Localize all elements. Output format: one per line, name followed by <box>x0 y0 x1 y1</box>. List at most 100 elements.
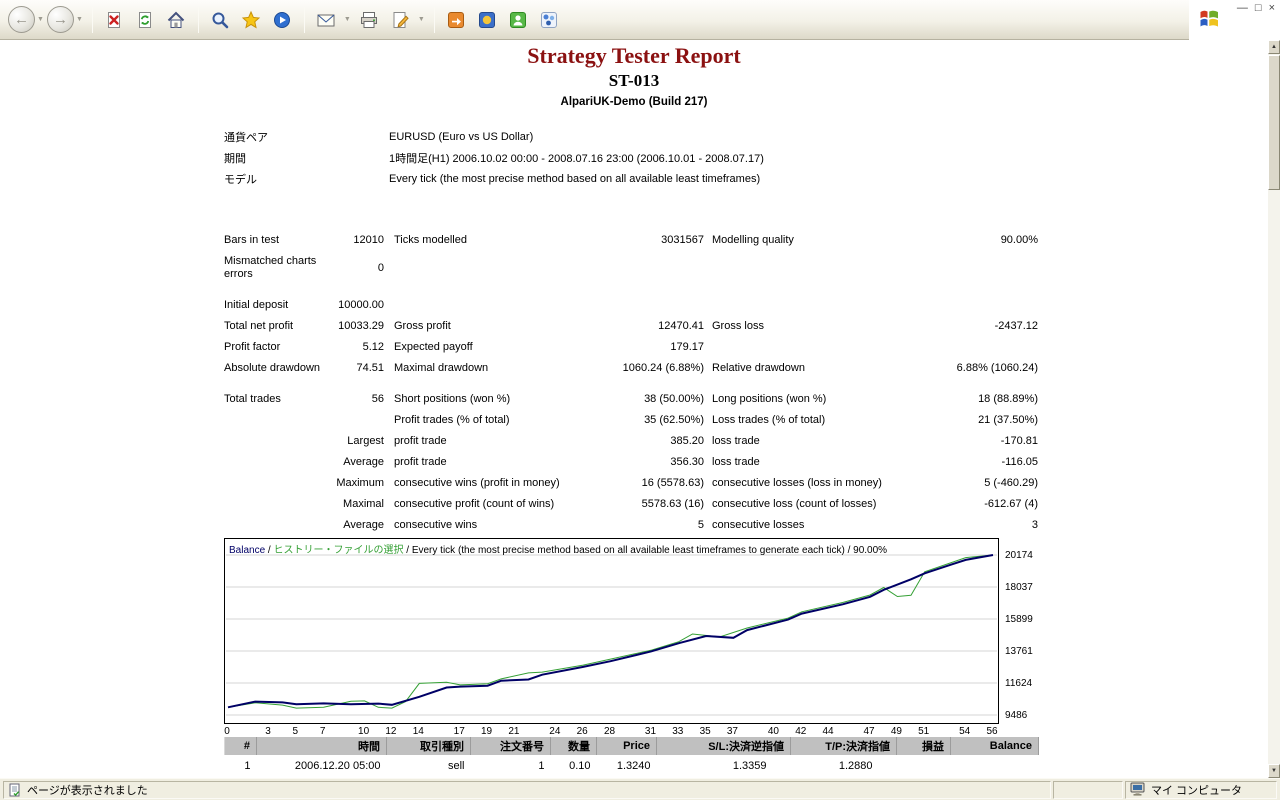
trades-row: 1 2006.12.20 05:00 sell 1 0.10 1.3240 1.3359 1.… <box>225 755 1039 776</box>
info-row: モデル Every tick (the most precise method b… <box>224 168 764 189</box>
chart-y-labels: 20174 18037 15899 13761 11624 9486 <box>1005 538 1075 728</box>
stats-cell: 10033.29 <box>338 320 384 332</box>
trades-header-cell: T/P:決済指値 <box>790 737 897 755</box>
x-axis-label: 28 <box>603 726 616 737</box>
stats-cell: loss trade <box>712 435 760 447</box>
stats-cell: Short positions (won %) <box>394 393 511 405</box>
stop-button[interactable] <box>99 5 130 35</box>
stats-cell: 5 (-460.29) <box>984 477 1038 489</box>
scrollbar-thumb[interactable] <box>1268 55 1280 190</box>
stats-cell <box>384 285 620 316</box>
stats-cell: Relative drawdown <box>712 362 805 374</box>
x-axis-label: 49 <box>890 726 902 737</box>
trades-cell <box>951 755 1039 776</box>
stats-cell: 3031567 <box>661 234 704 246</box>
messenger-button[interactable] <box>441 5 472 35</box>
home-button[interactable] <box>161 5 192 35</box>
chart-plot-area: Balance / ヒストリー・ファイルの選択 / Every tick (th… <box>224 538 999 724</box>
stats-cell <box>224 452 328 473</box>
restore-button[interactable]: □ <box>1255 2 1262 15</box>
home-icon <box>168 11 185 28</box>
trades-cell: 2006.12.20 05:00 <box>294 759 381 772</box>
stats-cell <box>942 285 1038 316</box>
scroll-down-button[interactable]: ▼ <box>1268 764 1280 778</box>
stats-cell: -612.67 (4) <box>984 498 1038 510</box>
edit-button[interactable] <box>385 5 416 35</box>
favorites-button[interactable] <box>236 5 267 35</box>
chart-legend-part: Balance <box>229 545 266 556</box>
messenger-icon <box>448 11 465 28</box>
msn-messenger-icon <box>510 11 527 28</box>
stats-row: Maximal consecutive profit (count of wins… <box>224 494 1038 515</box>
stats-cell: profit trade <box>394 435 447 447</box>
trades-cell: 0.10 <box>569 759 591 772</box>
stats-cell: 18 (88.89%) <box>978 393 1038 405</box>
stats-cell: -2437.12 <box>994 320 1038 332</box>
y-axis-label: 18037 <box>1005 581 1033 593</box>
stats-cell: consecutive wins (profit in money) <box>394 477 560 489</box>
x-axis-label: 51 <box>918 726 930 737</box>
back-button[interactable]: ← <box>8 6 35 33</box>
print-button[interactable] <box>354 5 385 35</box>
x-axis-label: 31 <box>644 726 657 737</box>
refresh-button[interactable] <box>130 5 161 35</box>
trades-table-body: 1 2006.12.20 05:00 sell 1 0.10 1.3240 1.3359 1.… <box>225 755 1039 776</box>
stats-cell: Average <box>343 519 384 531</box>
report-account: AlpariUK-Demo (Build 217) <box>560 96 708 108</box>
back-dropdown[interactable]: ▼ <box>37 16 44 23</box>
stats-cell: Gross loss <box>712 320 764 332</box>
y-axis-label: 13761 <box>1005 646 1033 657</box>
status-message-panel: ページが表示されました <box>3 780 1051 799</box>
vertical-scrollbar[interactable]: ▲ ▼ <box>1268 40 1280 778</box>
mail-button[interactable] <box>311 5 342 35</box>
toolbar-separator <box>303 6 305 33</box>
stats-cell: 38 (50.00%) <box>644 393 704 405</box>
x-axis-label: 0 <box>224 726 230 737</box>
trades-header-cell: 時間 <box>256 737 387 755</box>
stats-cell: loss trade <box>712 456 760 468</box>
x-axis-label: 40 <box>767 726 779 737</box>
stats-cell <box>328 410 384 431</box>
trades-cell: 1 <box>244 759 251 772</box>
mail-dropdown[interactable]: ▼ <box>344 16 351 23</box>
stats-row: Average profit trade 356.30 loss trade -116.… <box>224 452 1038 473</box>
search-button[interactable] <box>205 5 236 35</box>
x-axis-label: 33 <box>672 726 684 737</box>
edit-dropdown[interactable]: ▼ <box>418 16 425 23</box>
y-axis-label: 9486 <box>1005 710 1028 721</box>
info-label: 期間 <box>224 152 246 165</box>
stats-cell: Maximal <box>343 498 384 510</box>
media-icon <box>274 11 291 28</box>
report-info-table: 通貨ペア EURUSD (Euro vs US Dollar) 期間 1時間足(H1… <box>224 126 764 189</box>
stats-cell: Maximum <box>336 477 384 489</box>
info-value: EURUSD (Euro vs US Dollar) <box>389 130 534 143</box>
stats-cell: Profit trades (% of total) <box>394 414 510 426</box>
x-axis-label: 42 <box>795 726 807 737</box>
media-button[interactable] <box>267 5 298 35</box>
stats-cell: Modelling quality <box>712 234 794 246</box>
x-axis-label: 10 <box>358 726 370 737</box>
stats-cell <box>224 431 328 452</box>
x-axis-label: 47 <box>863 726 875 737</box>
minimize-button[interactable]: — <box>1237 2 1248 15</box>
stats-cell: 385.20 <box>670 435 704 447</box>
trades-header-cell: 損益 <box>896 737 951 755</box>
translate-button[interactable] <box>472 5 503 35</box>
toolbar-separator <box>91 6 93 33</box>
stats-cell: 10000.00 <box>338 299 384 311</box>
stats-row: Profit factor 5.12 Expected payoff 179.17 <box>224 337 1038 358</box>
security-zone-panel: マイ コンピュータ <box>1125 780 1277 799</box>
stats-cell <box>704 337 942 358</box>
stats-row: Mismatched charts errors 0 <box>224 251 1038 285</box>
stats-cell: -116.05 <box>1001 456 1039 468</box>
forward-button[interactable]: → <box>46 6 74 33</box>
scroll-up-button[interactable]: ▲ <box>1268 40 1280 54</box>
browser-toolbar: ← ▼ → ▼ ▼ ▼ <box>0 0 1189 40</box>
close-button[interactable]: × <box>1269 2 1275 15</box>
stats-cell: 0 <box>377 261 384 274</box>
stats-cell: Maximal drawdown <box>394 362 489 374</box>
research-button[interactable] <box>534 5 565 35</box>
msn-messenger-button[interactable] <box>503 5 534 35</box>
stats-cell: Total trades <box>224 393 281 405</box>
forward-dropdown[interactable]: ▼ <box>76 16 83 23</box>
